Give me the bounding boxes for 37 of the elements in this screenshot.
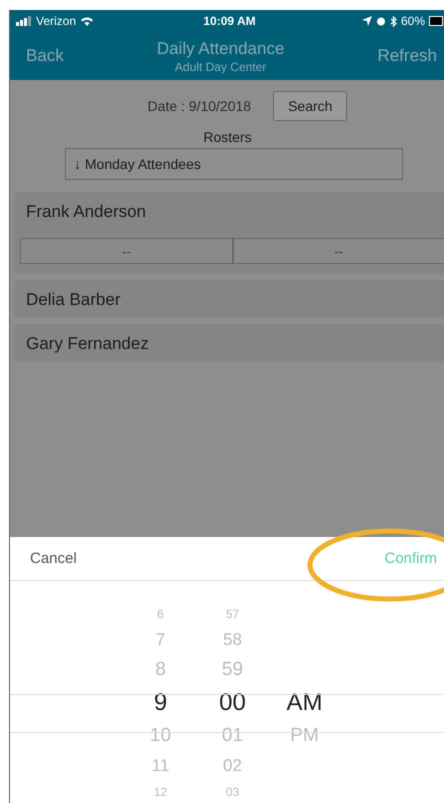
attendee-card[interactable]: Gary Fernandez (14, 324, 444, 362)
search-button[interactable]: Search (273, 91, 348, 121)
picker-option[interactable]: 02 (223, 751, 242, 781)
time-field[interactable]: -- (20, 238, 232, 264)
picker-option[interactable]: 12 (154, 781, 168, 803)
back-button[interactable]: Back (18, 42, 72, 70)
picker-option[interactable]: 8 (155, 655, 166, 685)
confirm-button[interactable]: Confirm (384, 546, 437, 571)
attendee-name: Gary Fernandez (26, 334, 150, 354)
picker-option[interactable]: 6 (157, 603, 164, 625)
picker-option[interactable]: 7 (156, 625, 166, 655)
picker-option[interactable]: 03 (226, 781, 240, 803)
attendee-name: Frank Anderson (26, 202, 148, 222)
battery-icon (429, 16, 443, 26)
location-icon (362, 16, 372, 26)
picker-option[interactable]: 59 (222, 655, 244, 685)
signal-icon (16, 16, 32, 26)
carrier-name: Verizon (36, 14, 76, 28)
picker-option[interactable]: AM (286, 685, 322, 721)
refresh-button[interactable]: Refresh (369, 42, 444, 70)
picker-option[interactable]: 58 (223, 625, 242, 655)
cancel-button[interactable]: Cancel (10, 546, 97, 571)
attendee-name: Delia Barber (26, 290, 122, 310)
battery-percent: 60% (400, 14, 425, 28)
wifi-icon (80, 16, 94, 26)
status-time: 10:09 AM (203, 14, 256, 28)
attendee-card[interactable]: Frank Anderson -- -- (14, 192, 444, 274)
bluetooth-icon (390, 16, 397, 26)
time-field[interactable]: -- (232, 238, 444, 264)
date-label: Date : 9/10/2018 (148, 98, 252, 114)
screen-title: Daily Attendance (156, 38, 284, 58)
rosters-label: Rosters (202, 129, 253, 145)
attendee-card[interactable]: Delia Barber (14, 280, 444, 318)
picker-option[interactable]: 57 (226, 603, 240, 625)
screen-subtitle: Adult Day Center (174, 60, 268, 74)
picker-option[interactable]: 11 (152, 751, 170, 781)
roster-dropdown[interactable]: ↓ Monday Attendees (65, 148, 403, 180)
